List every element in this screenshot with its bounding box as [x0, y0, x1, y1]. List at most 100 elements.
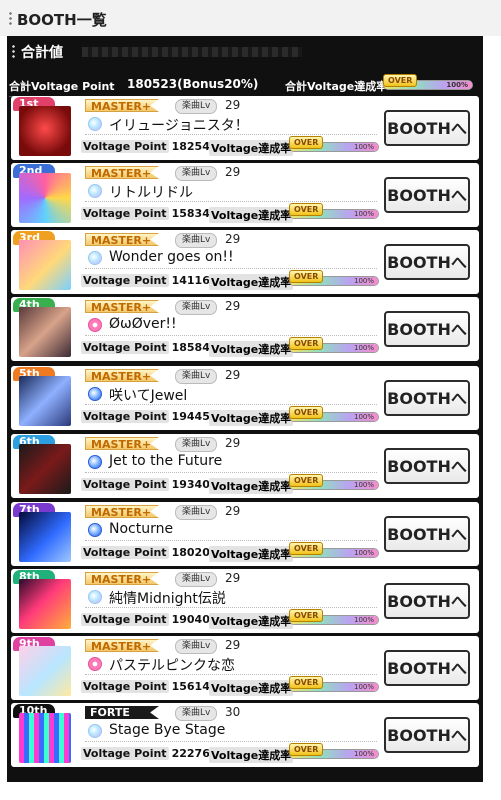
difficulty-badge: MASTER+	[85, 99, 159, 112]
title-underline	[85, 268, 377, 269]
page-title: BOOTH一覧	[17, 11, 107, 29]
song-jacket	[19, 646, 71, 696]
gauge-percent: 100%	[353, 683, 374, 691]
booth-button[interactable]: BOOTHへ	[384, 110, 470, 146]
booth-button[interactable]: BOOTHへ	[384, 516, 470, 552]
title-underline	[85, 335, 377, 336]
voltage-point-value: 15614	[171, 680, 210, 693]
voltage-point: Voltage Point 18020	[81, 546, 210, 559]
voltage-point-label: Voltage Point	[81, 680, 169, 693]
over-badge: OVER	[289, 676, 324, 689]
voltage-gauge: OVER 100%	[289, 676, 379, 694]
level-label: 楽曲Lv	[175, 166, 218, 181]
voltage-point-label: Voltage Point	[81, 613, 169, 626]
booth-button[interactable]: BOOTHへ	[384, 650, 470, 686]
voltage-gauge: OVER 100%	[289, 203, 379, 221]
gauge-percent: 100%	[353, 481, 374, 489]
voltage-rate-label: Voltage達成率	[209, 680, 294, 696]
booth-button[interactable]: BOOTHへ	[384, 311, 470, 347]
voltage-point-label: Voltage Point	[81, 747, 169, 760]
level-value: 29	[225, 638, 241, 652]
title-underline	[85, 674, 377, 675]
voltage-point-value: 18584	[171, 341, 210, 354]
voltage-rate-label: Voltage達成率	[209, 478, 294, 494]
voltage-gauge: OVER 100%	[289, 542, 379, 560]
diamond-icon	[87, 386, 105, 402]
voltage-gauge: OVER 100%	[289, 270, 379, 288]
voltage-point-label: Voltage Point	[81, 410, 169, 423]
booth-button[interactable]: BOOTHへ	[384, 717, 470, 753]
song-title: 純情Midnight伝説	[109, 591, 226, 607]
flower-icon	[87, 656, 105, 672]
over-badge: OVER	[289, 136, 324, 149]
over-badge: OVER	[289, 406, 324, 419]
voltage-gauge: OVER 100%	[289, 609, 379, 627]
level-label: 楽曲Lv	[175, 233, 218, 248]
booth-button[interactable]: BOOTHへ	[384, 244, 470, 280]
song-jacket	[19, 106, 71, 156]
voltage-point-value: 19040	[171, 613, 210, 626]
song-jacket	[19, 512, 71, 562]
total-voltage-point-label: 合計Voltage Point	[9, 80, 115, 93]
voltage-point: Voltage Point 15834	[81, 207, 210, 220]
over-badge: OVER	[289, 743, 324, 756]
heart-gem-icon	[87, 589, 105, 605]
song-title: パステルピンクな恋	[109, 658, 235, 674]
level-label: 楽曲Lv	[175, 99, 218, 114]
level-value: 29	[225, 98, 241, 112]
voltage-gauge: OVER 100%	[289, 474, 379, 492]
level-value: 29	[225, 232, 241, 246]
gauge-percent: 100%	[353, 210, 374, 218]
difficulty-badge: MASTER+	[85, 639, 159, 652]
difficulty-badge: MASTER+	[85, 505, 159, 518]
song-title: Jet to the Future	[109, 453, 223, 469]
booth-button[interactable]: BOOTHへ	[384, 380, 470, 416]
total-voltage-point-value: 180523(Bonus20%)	[127, 77, 259, 91]
summary-row: 合計Voltage Point 180523(Bonus20%) 合計Volta…	[7, 70, 483, 98]
level-label: 楽曲Lv	[175, 572, 218, 587]
voltage-point-value: 19340	[171, 478, 210, 491]
title-underline	[85, 134, 377, 135]
song-card: 6th MASTER+ 楽曲Lv 29 Jet to the Future Voltage…	[11, 434, 479, 498]
gauge-percent: 100%	[353, 549, 374, 557]
title-underline	[85, 201, 377, 202]
diamond-icon	[87, 522, 105, 538]
voltage-point: Voltage Point 22276	[81, 747, 210, 760]
song-title: ØωØver!!	[109, 316, 177, 332]
flower-icon	[87, 317, 105, 333]
song-title: Nocturne	[109, 521, 174, 537]
level-label: 楽曲Lv	[175, 300, 218, 315]
gauge-percent: 100%	[353, 413, 374, 421]
gauge-percent: 100%	[353, 277, 374, 285]
voltage-point: Voltage Point 15614	[81, 680, 210, 693]
voltage-point: Voltage Point 19340	[81, 478, 210, 491]
song-title: リトルリドル	[109, 185, 193, 201]
gauge-percent: 100%	[353, 143, 374, 151]
voltage-rate-label: Voltage達成率	[209, 546, 294, 562]
diamond-icon	[87, 454, 105, 470]
page-header: BOOTH一覧	[0, 0, 501, 36]
voltage-rate-label: Voltage達成率	[209, 140, 294, 156]
summary-section-label: 合計値	[21, 45, 63, 61]
level-label: 楽曲Lv	[175, 505, 218, 520]
voltage-rate-label: Voltage達成率	[209, 410, 294, 426]
booth-button[interactable]: BOOTHへ	[384, 177, 470, 213]
voltage-gauge: OVER 100%	[289, 743, 379, 761]
title-underline	[85, 540, 377, 541]
booth-button[interactable]: BOOTHへ	[384, 448, 470, 484]
voltage-rate-label: Voltage達成率	[209, 613, 294, 629]
voltage-point-value: 18020	[171, 546, 210, 559]
voltage-rate-label: Voltage達成率	[209, 274, 294, 290]
booth-button[interactable]: BOOTHへ	[384, 583, 470, 619]
header-decoration	[82, 47, 302, 57]
dots-decoration	[9, 11, 12, 27]
difficulty-badge: MASTER+	[85, 166, 159, 179]
song-card: 1st MASTER+ 楽曲Lv 29 イリュージョニスタ！ Voltage Point 1…	[11, 96, 479, 160]
voltage-gauge: OVER 100%	[289, 136, 379, 154]
song-card: 2nd MASTER+ 楽曲Lv 29 リトルリドル Voltage Point 15834…	[11, 163, 479, 227]
gauge-percent: 100%	[353, 344, 374, 352]
voltage-point-value: 22276	[171, 747, 210, 760]
voltage-rate-label: Voltage達成率	[209, 207, 294, 223]
over-badge: OVER	[289, 542, 324, 555]
over-badge: OVER	[289, 203, 324, 216]
